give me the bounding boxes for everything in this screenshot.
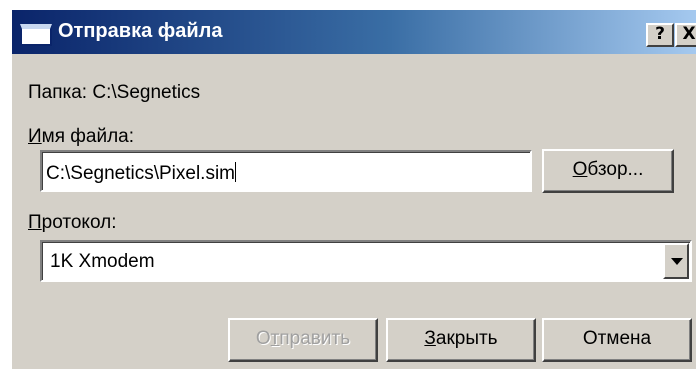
filename-input-value: C:\Segnetics\Pixel.sim	[46, 162, 237, 185]
help-button[interactable]: ?	[646, 23, 674, 47]
close-window-button[interactable]: X	[675, 23, 696, 47]
text-caret	[235, 162, 237, 182]
window-icon	[20, 24, 52, 46]
protocol-select[interactable]: 1K Xmodem	[40, 240, 692, 282]
send-button[interactable]: Отправить	[228, 318, 378, 362]
send-file-dialog: Отправка файла ? X Папка: C:\Segnetics И…	[10, 8, 696, 369]
cancel-button[interactable]: Отмена	[542, 318, 692, 362]
dropdown-arrow-icon[interactable]	[663, 243, 689, 279]
window-title: Отправка файла	[58, 20, 223, 42]
protocol-label-mnemonic: П	[28, 212, 42, 233]
filename-label-mnemonic: И	[28, 126, 42, 147]
close-mnemonic: З	[424, 328, 436, 349]
protocol-selected-value: 1K Xmodem	[50, 251, 155, 272]
browse-button[interactable]: Обзор...	[542, 149, 674, 193]
protocol-label: Протокол:	[28, 212, 116, 234]
filename-input[interactable]: C:\Segnetics\Pixel.sim	[40, 150, 532, 192]
send-label-rest: править	[279, 328, 351, 349]
filename-label: Имя файла:	[28, 126, 134, 148]
send-label-prefix: О	[255, 328, 271, 349]
browse-label: бзор...	[587, 159, 644, 180]
close-label-rest: акрыть	[435, 328, 498, 349]
title-bar[interactable]: Отправка файла ? X	[12, 10, 696, 54]
filename-value-text: C:\Segnetics\Pixel.sim	[46, 163, 236, 184]
folder-label: Папка: C:\Segnetics	[28, 82, 201, 103]
filename-label-text: мя файла:	[41, 126, 135, 147]
protocol-label-text: ротокол:	[41, 212, 117, 233]
close-button[interactable]: Закрыть	[386, 318, 536, 362]
browse-mnemonic: О	[572, 159, 588, 180]
